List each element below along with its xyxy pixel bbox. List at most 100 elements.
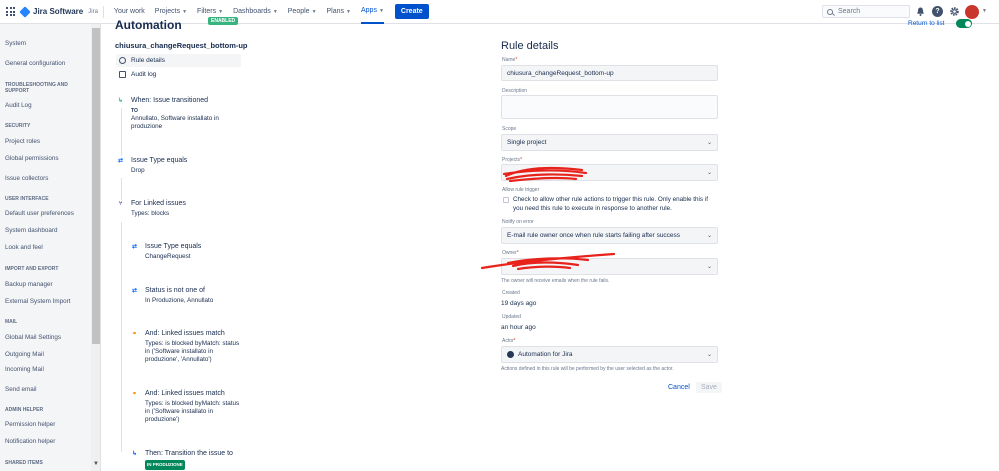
transition-icon: ↳ [131, 451, 138, 457]
allow-trigger-checkbox[interactable] [503, 197, 509, 203]
jira-logo[interactable]: Jira Software Jira [19, 5, 98, 18]
description-field[interactable] [501, 95, 718, 119]
app-switcher-icon[interactable] [6, 7, 15, 16]
nav-item-label: Your work [113, 8, 145, 15]
sidebar-item-external-system-import[interactable]: External System Import [5, 298, 70, 305]
chevron-down-icon: ⌄ [706, 352, 712, 358]
sidebar-item-issue-collectors[interactable]: Issue collectors [5, 175, 48, 182]
sidebar-item-backup-manager[interactable]: Backup manager [5, 281, 53, 288]
create-button[interactable]: Create [394, 4, 429, 19]
step-title: When: Issue transitioned [131, 97, 209, 104]
menu-rule-details[interactable]: Rule details [116, 54, 241, 67]
link-icon: ⚭ [131, 331, 138, 337]
sidebar-item-default-user-preferences[interactable]: Default user preferences [5, 210, 74, 217]
sidebar-item-permission-helper[interactable]: Permission helper [5, 421, 55, 428]
chevron-down-icon: ⌄ [706, 233, 712, 239]
return-to-list-link[interactable]: Return to list [908, 20, 945, 27]
sidebar-item-send-email[interactable]: Send email [5, 386, 37, 393]
sidebar-item-global-permissions[interactable]: Global permissions [5, 155, 59, 162]
avatar[interactable] [965, 5, 979, 19]
nav-item-dashboards[interactable]: Dashboards ▼ [233, 0, 278, 24]
updated-label: Updated [502, 314, 521, 320]
actor-select[interactable]: Automation for Jira ⌄ [501, 346, 718, 363]
name-label: Name* [502, 57, 517, 63]
chevron-down-icon: ▼ [378, 7, 384, 14]
branch-icon: ⑂ [118, 201, 123, 207]
gear-icon[interactable] [949, 6, 960, 17]
actor-value: Automation for Jira [518, 351, 573, 358]
step-body: TO Annullato, Software installato in pro… [131, 107, 246, 131]
chevron-down-icon: ▼ [182, 8, 188, 15]
redaction-scribble [502, 166, 588, 183]
step-sub: TO [131, 108, 138, 114]
allow-trigger-label: Allow rule trigger [502, 187, 540, 193]
scrollbar-thumb[interactable] [92, 28, 100, 344]
step-condition-status[interactable]: ⇄ Status is not one of In Produzione, An… [130, 287, 255, 307]
sidebar-item-audit-log[interactable]: Audit Log [5, 102, 32, 109]
sidebar-item-outgoing-mail[interactable]: Outgoing Mail [5, 351, 44, 358]
status-lozenge: IN PRODUZIONE [145, 460, 185, 470]
name-value: chiusura_changeRequest_bottom-up [507, 69, 614, 77]
nav-item-label: Projects [154, 8, 181, 15]
chevron-down-icon: ▼ [218, 8, 224, 15]
allow-trigger-description: Check to allow other rule actions to tri… [513, 196, 708, 212]
product-sub: Jira [88, 8, 98, 15]
menu-audit-log[interactable]: Audit log [116, 68, 241, 81]
save-button[interactable]: Save [696, 382, 722, 393]
sidebar-scrollbar[interactable] [91, 24, 100, 471]
sidebar-section-shared-items: SHARED ITEMS [5, 460, 43, 466]
nav-item-label: Apps [360, 7, 377, 14]
step-detail: Drop [131, 167, 145, 174]
sidebar-section-import-and-export: IMPORT AND EXPORT [5, 266, 59, 272]
nav-item-plans[interactable]: Plans ▼ [327, 0, 351, 24]
sidebar-item-notification-helper[interactable]: Notification helper [5, 438, 55, 445]
search-input[interactable]: Search [822, 5, 910, 18]
sidebar-item-look-and-feel[interactable]: Look and feel [5, 244, 43, 251]
step-condition-linked-issues-2[interactable]: ⚭ And: Linked issues match Types: is blo… [130, 390, 255, 430]
nav-item-people[interactable]: People ▼ [288, 0, 317, 24]
chevron-down-icon[interactable]: ▼ [982, 8, 987, 14]
notify-select[interactable]: E-mail rule owner once when rule starts … [501, 227, 718, 244]
sidebar-section-admin-helper: ADMIN HELPER [5, 407, 44, 413]
nav-item-apps[interactable]: Apps ▼ [360, 0, 384, 24]
step-title: Issue Type equals [145, 243, 202, 250]
created-value: 19 days ago [501, 300, 537, 307]
nav-divider [102, 5, 104, 18]
created-label: Created [502, 290, 520, 296]
sidebar-item-system[interactable]: System [5, 40, 26, 47]
label-text: Name [502, 57, 516, 63]
step-condition-issue-type[interactable]: ⇄ Issue Type equals Drop [116, 157, 241, 177]
step-condition-issue-type-2[interactable]: ⇄ Issue Type equals ChangeRequest [130, 243, 255, 263]
notify-value: E-mail rule owner once when rule starts … [507, 232, 681, 239]
admin-sidebar: System General configuration TROUBLESHOOTI… [0, 24, 101, 471]
step-trigger[interactable]: ↳ When: Issue transitioned TO Annullato,… [116, 97, 241, 137]
search-icon [827, 8, 833, 15]
name-field[interactable]: chiusura_changeRequest_bottom-up [501, 65, 718, 81]
scope-select[interactable]: Single project ⌄ [501, 134, 718, 151]
jira-diamond-icon [19, 5, 31, 18]
sidebar-item-system-dashboard[interactable]: System dashboard [5, 227, 58, 234]
cancel-button[interactable]: Cancel [668, 384, 690, 391]
info-icon [119, 57, 126, 64]
nav-item-label: Plans [326, 8, 345, 15]
step-branch-linked-issues[interactable]: ⑂ For Linked issues Types: blocks [116, 200, 241, 220]
sidebar-section-security: SECURITY [5, 123, 31, 129]
question-icon[interactable]: ? [932, 6, 943, 17]
chevron-down-icon: ▼ [311, 8, 317, 15]
sidebar-item-general-configuration[interactable]: General configuration [5, 60, 65, 67]
step-title: Then: Transition the issue to [145, 450, 233, 457]
step-detail: Annullato, Software installato in produz… [131, 115, 219, 130]
scroll-down-arrow-icon[interactable]: ▼ [93, 461, 99, 467]
sidebar-item-global-mail-settings[interactable]: Global Mail Settings [5, 334, 61, 341]
chevron-down-icon: ⌄ [706, 140, 712, 146]
bell-icon[interactable] [915, 6, 926, 17]
sidebar-item-project-roles[interactable]: Project roles [5, 138, 40, 145]
flow-connector [121, 222, 122, 452]
step-action-transition[interactable]: ↳ Then: Transition the issue to IN PRODU… [130, 450, 255, 470]
nav-item-label: Dashboards [233, 8, 271, 15]
step-detail: Types: blocks [131, 210, 170, 217]
rule-enabled-toggle[interactable] [956, 19, 972, 28]
updated-value: an hour ago [501, 324, 536, 331]
sidebar-item-incoming-mail[interactable]: Incoming Mail [5, 366, 44, 373]
step-condition-linked-issues-1[interactable]: ⚭ And: Linked issues match Types: is blo… [130, 330, 255, 370]
